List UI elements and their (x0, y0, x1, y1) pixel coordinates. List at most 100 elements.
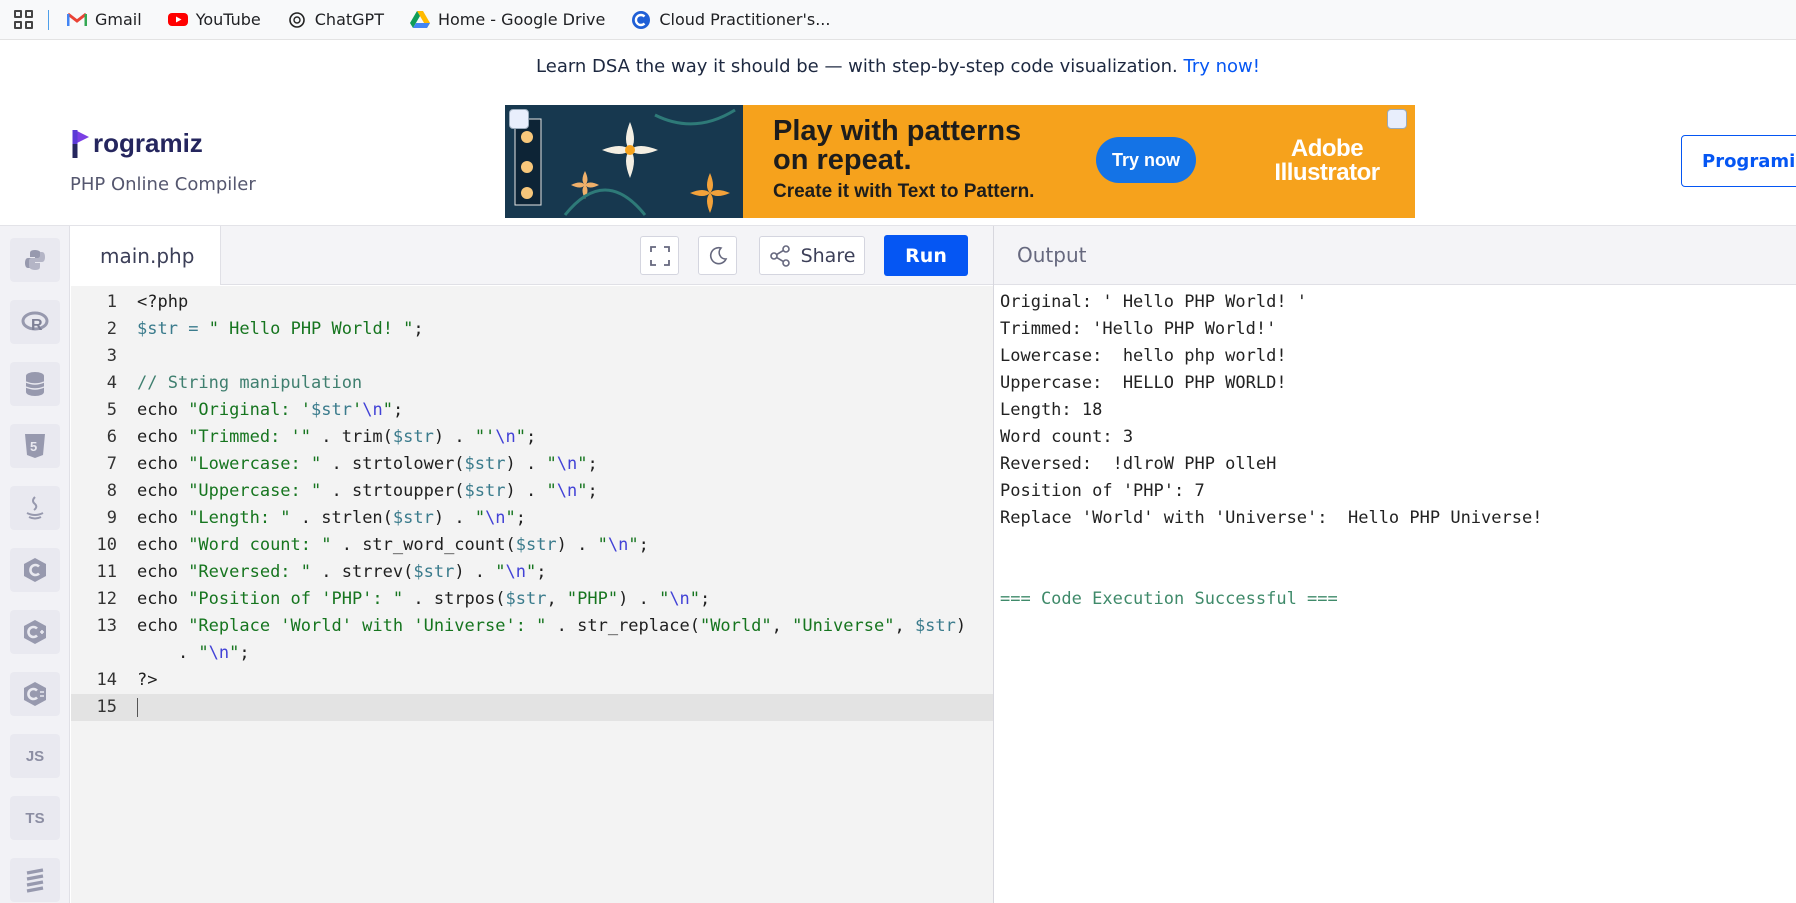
cpp-language-button[interactable] (10, 610, 60, 654)
bookmark-chatgpt[interactable]: ChatGPT (287, 10, 384, 29)
code-line: 5 echo "Original: '$str'\n"; (71, 397, 994, 424)
logo-text: rogramiz (93, 127, 203, 158)
text-cursor (137, 698, 138, 717)
tab-main-php[interactable]: main.php (71, 226, 221, 285)
ts-language-label: TS (25, 809, 45, 827)
share-label: Share (800, 244, 856, 267)
run-button[interactable]: Run (884, 235, 968, 276)
language-sidebar: R 5 JS TS (0, 226, 70, 903)
youtube-icon (167, 12, 188, 28)
python-language-button[interactable] (10, 238, 60, 282)
dark-mode-toggle[interactable] (698, 236, 737, 275)
code-line: . "\n"; (137, 643, 250, 663)
ad-brand-line2: Illustrator (1274, 159, 1380, 186)
csharp-language-button[interactable] (10, 672, 60, 716)
code-line: 12 echo "Position of 'PHP': " . strpos($s… (71, 586, 994, 613)
bookmark-label: ChatGPT (314, 10, 384, 29)
code-line-active: 15 (71, 694, 994, 721)
bookmark-label: Gmail (95, 10, 142, 29)
line-number: 9 (106, 508, 117, 528)
ad-pattern-artwork (505, 105, 743, 218)
programiz-logo[interactable]: rogramiz (72, 126, 203, 160)
cloud-practitioner-icon (631, 10, 651, 29)
ad-choices-icon[interactable] (509, 109, 529, 129)
code-line: 13 echo "Replace 'World' with 'Universe':… (71, 613, 994, 640)
line-number: 14 (96, 670, 117, 690)
output-line: Length: 18 (1000, 400, 1103, 420)
csharp-icon (23, 681, 47, 707)
code-line: 6 echo "Trimmed: '" . trim($str) . "'\n"; (71, 424, 994, 451)
r-language-button[interactable]: R (10, 300, 60, 344)
output-line: Position of 'PHP': 7 (1000, 481, 1205, 501)
share-button[interactable]: Share (759, 236, 865, 275)
programiz-logo-mark (72, 130, 89, 158)
sql-database-icon (24, 371, 46, 397)
ts-language-button[interactable]: TS (10, 796, 60, 840)
output-line: Reversed: !dlroW PHP olleH (1000, 454, 1277, 474)
code-line: 7 echo "Lowercase: " . strtolower($str) .… (71, 451, 994, 478)
html5-icon: 5 (24, 433, 46, 459)
go-icon (24, 867, 46, 893)
line-number: 4 (106, 373, 117, 393)
output-line: Original: ' Hello PHP World! ' (1000, 292, 1308, 312)
output-line: Trimmed: 'Hello PHP World!' (1000, 319, 1277, 339)
code-editor[interactable]: 1 <?php 2 $str = " Hello PHP World! "; 3 4… (71, 286, 994, 903)
java-icon (24, 495, 46, 521)
compiler-workspace: R 5 JS TS main.php Share Run 1 <?php 2 $str =… (0, 225, 1796, 903)
code-line: 9 echo "Length: " . strlen($str) . "\n"; (71, 505, 994, 532)
line-number: 8 (106, 481, 117, 501)
line-number: 10 (96, 535, 117, 555)
line-number: 12 (96, 589, 117, 609)
line-number: 15 (96, 697, 117, 717)
bookmark-cloud-practitioner[interactable]: Cloud Practitioner's... (631, 10, 830, 29)
bookmarks-bar: Gmail YouTube ChatGPT Home - Google Driv… (0, 0, 1796, 40)
code-line: 3 (71, 343, 994, 370)
moon-icon (709, 246, 727, 264)
line-number: 13 (96, 616, 117, 636)
code-line: 10 echo "Word count: " . str_word_count($… (71, 532, 994, 559)
chatgpt-icon (287, 11, 307, 28)
advertisement-banner[interactable]: Play with patterns on repeat. Create it … (505, 105, 1415, 218)
line-number: 5 (106, 400, 117, 420)
c-language-button[interactable] (10, 548, 60, 592)
apps-grid-icon[interactable] (14, 9, 34, 30)
line-number: 11 (96, 562, 117, 582)
output-line: Word count: 3 (1000, 427, 1134, 447)
svg-text:R: R (31, 317, 43, 334)
bookmark-gmail[interactable]: Gmail (67, 10, 142, 29)
code-line: 14 ?> (71, 667, 994, 694)
bookmark-separator (48, 9, 49, 30)
bookmark-google-drive[interactable]: Home - Google Drive (409, 10, 606, 29)
promo-banner: Learn DSA the way it should be — with st… (0, 56, 1796, 77)
compiler-subtitle: PHP Online Compiler (70, 174, 256, 195)
bookmark-label: Cloud Practitioner's... (659, 10, 831, 29)
ad-headline: Play with patterns on repeat. (773, 117, 1021, 175)
execution-status: === Code Execution Successful === (1000, 589, 1338, 609)
html5-language-button[interactable]: 5 (10, 424, 60, 468)
output-title: Output (1017, 243, 1087, 267)
python-icon (23, 248, 47, 272)
java-language-button[interactable] (10, 486, 60, 530)
gmail-icon (67, 12, 87, 28)
ad-try-now-button[interactable]: Try now (1096, 137, 1196, 183)
ad-brand-name: Adobe Illustrator (1272, 137, 1382, 185)
bookmark-label: Home - Google Drive (437, 10, 606, 29)
js-language-button[interactable]: JS (10, 734, 60, 778)
ad-subline: Create it with Text to Pattern. (773, 181, 1035, 202)
ad-headline-line1: Play with patterns (773, 115, 1022, 147)
programiz-pro-button[interactable]: Programiz PRO (1681, 135, 1796, 187)
promo-try-now-link[interactable]: Try now! (1183, 56, 1259, 77)
ad-info-icon[interactable] (1387, 109, 1407, 129)
output-line: Uppercase: HELLO PHP WORLD! (1000, 373, 1287, 393)
output-line: Replace 'World' with 'Universe': Hello P… (1000, 508, 1543, 528)
r-icon: R (21, 310, 49, 334)
fullscreen-button[interactable] (640, 236, 679, 275)
bookmark-youtube[interactable]: YouTube (167, 10, 261, 29)
code-line: 2 $str = " Hello PHP World! "; (71, 316, 994, 343)
js-language-label: JS (25, 747, 45, 765)
bookmark-label: YouTube (195, 10, 261, 29)
sql-database-language-button[interactable] (10, 362, 60, 406)
line-number: 3 (106, 346, 117, 366)
go-language-button[interactable] (10, 858, 60, 902)
line-number: 1 (106, 292, 117, 312)
